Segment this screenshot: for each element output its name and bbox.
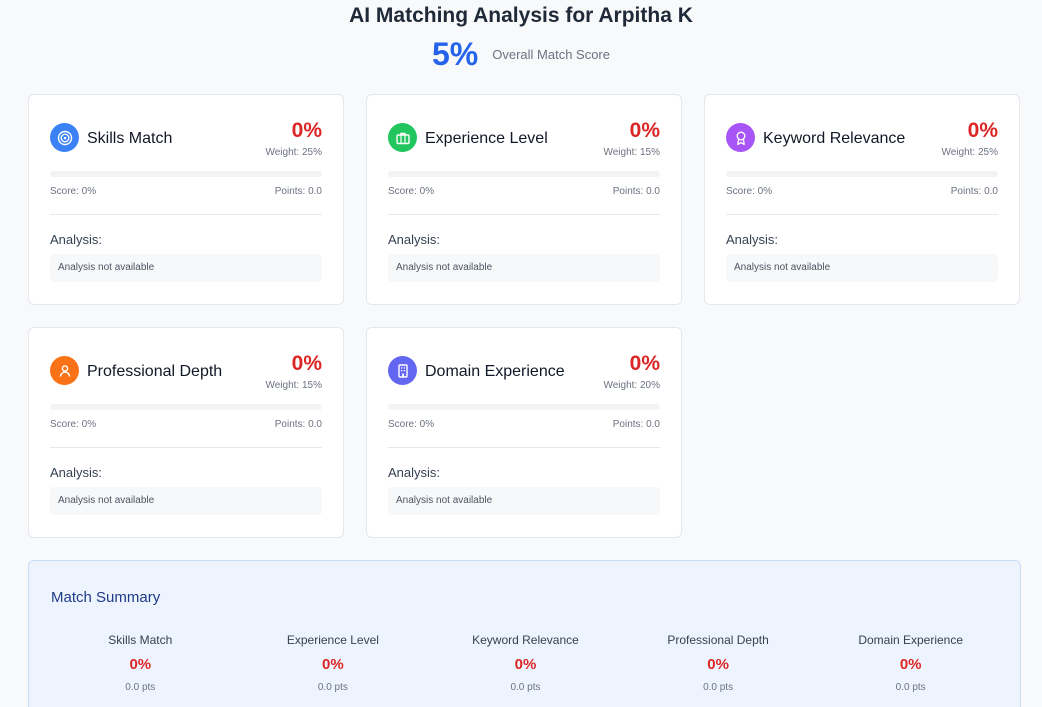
card-weight: Weight: 25% [941,147,998,158]
card-weight: Weight: 20% [603,380,660,391]
overall-score: 5% Overall Match Score [0,36,1042,73]
score-bar [50,171,322,177]
analysis-label: Analysis: [388,465,441,480]
divider [50,447,322,448]
points-text: Points: 0.0 [950,186,998,197]
analysis-label: Analysis: [50,232,103,247]
points-text: Points: 0.0 [274,419,322,430]
score-bar [388,171,660,177]
card-percent: 0% [629,119,660,142]
card-weight: Weight: 25% [265,147,322,158]
summary-item-percent: 0% [899,656,922,673]
analysis-text: Analysis not available [50,487,322,515]
points-text: Points: 0.0 [612,419,660,430]
summary-item-keyword-relevance: Keyword Relevance 0% 0.0 pts [429,633,622,693]
card-domain-experience: Domain Experience 0% Weight: 20% Score: … [366,327,682,538]
card-percent: 0% [291,119,322,142]
divider [388,447,660,448]
card-weight: Weight: 15% [603,147,660,158]
summary-item-points: 0.0 pts [125,682,156,693]
card-title: Experience Level [425,130,548,147]
summary-title: Match Summary [51,589,161,606]
card-experience-level: Experience Level 0% Weight: 15% Score: 0… [366,94,682,305]
summary-item-name: Skills Match [108,633,173,647]
score-bar [726,171,998,177]
card-title: Keyword Relevance [763,130,906,147]
summary-item-percent: 0% [129,656,152,673]
summary-item-points: 0.0 pts [703,682,734,693]
analysis-text: Analysis not available [50,254,322,282]
card-title: Skills Match [87,130,173,147]
summary-item-name: Experience Level [286,633,379,647]
summary-item-percent: 0% [322,656,344,673]
card-title: Professional Depth [87,363,223,380]
card-skills-match: Skills Match 0% Weight: 25% Score: 0% Po… [28,94,344,305]
building-icon [388,356,417,385]
summary-item-name: Keyword Relevance [472,633,579,647]
score-text: Score: 0% [388,186,435,197]
score-text: Score: 0% [50,419,97,430]
points-text: Points: 0.0 [274,186,322,197]
card-title: Domain Experience [425,363,565,380]
card-professional-depth: Professional Depth 0% Weight: 15% Score:… [28,327,344,538]
match-summary: Match Summary Skills Match 0% 0.0 pts Ex… [28,560,1021,707]
analysis-text: Analysis not available [388,254,660,282]
card-keyword-relevance: Keyword Relevance 0% Weight: 25% Score: … [704,94,1020,305]
score-text: Score: 0% [388,419,435,430]
score-text: Score: 0% [726,186,773,197]
analysis-label: Analysis: [726,232,779,247]
analysis-label: Analysis: [50,465,103,480]
analysis-label: Analysis: [388,232,441,247]
points-text: Points: 0.0 [612,186,660,197]
card-percent: 0% [967,119,998,142]
summary-item-points: 0.0 pts [317,682,348,693]
summary-item-name: Domain Experience [858,633,964,647]
score-bar [388,404,660,410]
summary-item-points: 0.0 pts [895,682,926,693]
analysis-text: Analysis not available [388,487,660,515]
summary-item-percent: 0% [514,656,537,673]
page-title: AI Matching Analysis for Arpitha K [349,4,693,27]
divider [726,214,998,215]
briefcase-icon [388,123,417,152]
analysis-text: Analysis not available [726,254,998,282]
summary-item-points: 0.0 pts [510,682,541,693]
summary-item-experience-level: Experience Level 0% 0.0 pts [237,633,430,693]
summary-item-professional-depth: Professional Depth 0% 0.0 pts [622,633,815,693]
target-icon [50,123,79,152]
summary-item-domain-experience: Domain Experience 0% 0.0 pts [814,633,1007,693]
overall-score-label: Overall Match Score [492,47,610,62]
analysis-page: AI Matching Analysis for Arpitha K 5% Ov… [0,0,1042,707]
summary-item-name: Professional Depth [667,633,769,647]
card-percent: 0% [291,352,322,375]
summary-item-percent: 0% [707,656,729,673]
user-icon [50,356,79,385]
award-icon [726,123,755,152]
score-text: Score: 0% [50,186,97,197]
divider [388,214,660,215]
score-bar [50,404,322,410]
card-percent: 0% [629,352,660,375]
overall-score-value: 5% [431,36,479,72]
summary-item-skills-match: Skills Match 0% 0.0 pts [44,633,237,693]
divider [50,214,322,215]
card-weight: Weight: 15% [265,380,322,391]
